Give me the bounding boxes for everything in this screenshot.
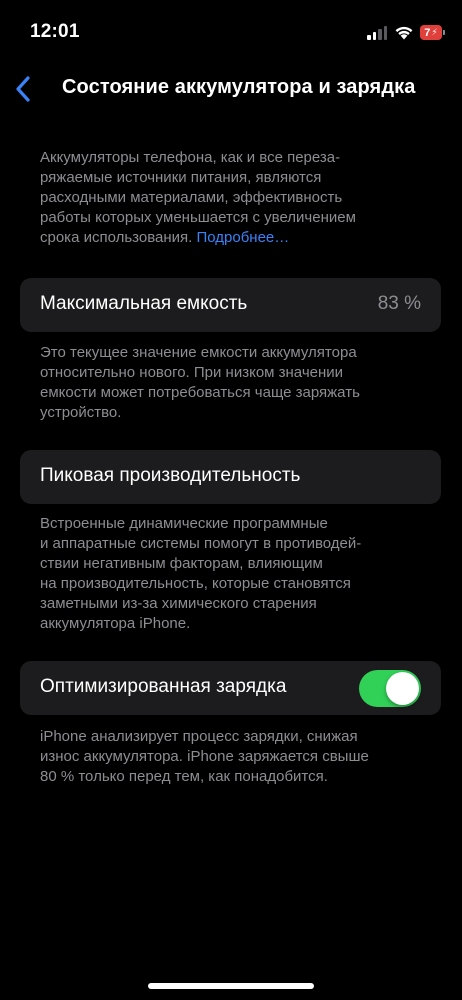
optimized-charging-label: Оптимизированная зарядка	[40, 676, 287, 697]
max-capacity-footer: Это текущее значение емкости аккумулятор…	[40, 344, 360, 421]
peak-performance-label: Пиковая производительность	[40, 465, 301, 486]
optimized-charging-row: Оптимизированная зарядка	[20, 661, 441, 715]
max-capacity-row: Максимальная емкость 83 %	[20, 278, 441, 332]
chevron-left-icon	[16, 76, 30, 102]
back-button[interactable]	[8, 72, 38, 106]
peak-performance-footer: Встроенные динамические программные и ап…	[40, 515, 362, 632]
home-indicator[interactable]	[148, 983, 314, 989]
status-time: 12:01	[30, 21, 80, 42]
wifi-icon	[394, 24, 414, 40]
peak-performance-row[interactable]: Пиковая производительность	[20, 450, 441, 504]
status-bar: 12:01 7 ⚡	[0, 0, 462, 60]
battery-level: 7	[424, 26, 431, 39]
page-title: Состояние аккумулятора и зарядка	[62, 76, 416, 98]
intro-text: Аккумуляторы телефона, как и все переза-…	[40, 148, 420, 248]
toggle-knob	[386, 672, 419, 705]
optimized-charging-toggle[interactable]	[359, 670, 421, 707]
battery-tip	[443, 30, 445, 35]
optimized-charging-footer: iPhone анализирует процесс зарядки, сниж…	[40, 728, 369, 785]
signal-icon	[367, 26, 389, 40]
max-capacity-value: 83 %	[377, 293, 421, 314]
battery-icon: 7 ⚡	[420, 25, 442, 40]
max-capacity-label: Максимальная емкость	[40, 293, 248, 314]
learn-more-link[interactable]: Подробнее…	[196, 229, 289, 246]
